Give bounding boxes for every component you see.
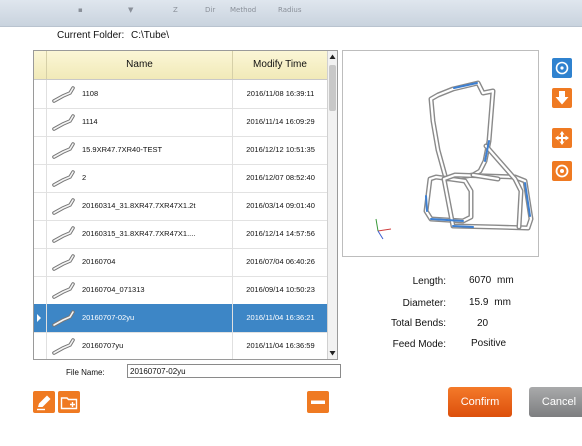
row-marker-cell: [34, 192, 47, 220]
file-list[interactable]: Name Modify Time 1108 2016/11/08 16:39:11…: [33, 50, 338, 360]
tube-3d-preview[interactable]: [342, 50, 539, 257]
titlebar-item: Z: [173, 6, 178, 14]
tube-file-icon: [51, 84, 77, 104]
row-marker-cell: [34, 304, 47, 332]
header-modify-time[interactable]: Modify Time: [233, 51, 327, 79]
row-file-name: 20160704_071313: [82, 285, 145, 294]
fit-view-icon[interactable]: [552, 161, 572, 181]
tube-file-icon: [51, 140, 77, 160]
table-row[interactable]: 1108 2016/11/08 16:39:11: [34, 80, 327, 109]
file-list-scrollbar[interactable]: [327, 51, 337, 359]
row-modify-time: 2016/11/14 16:09:29: [232, 108, 328, 136]
row-modify-time: 2016/07/04 06:40:26: [232, 248, 328, 276]
row-marker-cell: [34, 248, 47, 276]
feed-mode-label: Feed Mode:: [392, 339, 446, 350]
diameter-number: 15.9: [469, 297, 489, 308]
zoom-down-arrow-icon[interactable]: [552, 88, 572, 108]
current-folder-label: Current Folder:: [57, 30, 125, 41]
tube-model-drawing: [375, 80, 534, 240]
titlebar-item: Dir: [205, 6, 216, 14]
header-marker-column: [34, 51, 47, 79]
cancel-button[interactable]: Cancel: [529, 387, 582, 417]
row-marker-cell: [34, 332, 47, 359]
header-name[interactable]: Name: [47, 51, 233, 79]
titlebar-item: Radius: [278, 6, 302, 14]
row-file-name: 15.9XR47.7XR40-TEST: [82, 145, 163, 154]
row-file-name: 20160314_31.8XR47.7XR47X1.2t: [82, 201, 196, 210]
table-row[interactable]: 20160707-02yu 2016/11/04 16:36:21: [34, 304, 327, 333]
row-file-name: 20160707-02yu: [82, 313, 135, 322]
table-row[interactable]: 1114 2016/11/14 16:09:29: [34, 108, 327, 137]
row-modify-time: 2016/09/14 10:50:23: [232, 276, 328, 304]
tube-file-icon: [51, 224, 77, 244]
rotate-view-icon[interactable]: [552, 58, 572, 78]
diameter-unit: mm: [494, 297, 511, 308]
total-bends-label: Total Bends:: [390, 318, 446, 329]
titlebar-item: ▼: [128, 6, 134, 14]
row-modify-time: 2016/12/12 10:51:35: [232, 136, 328, 164]
row-file-name: 2: [82, 173, 87, 182]
file-list-header: Name Modify Time: [34, 51, 327, 80]
length-unit: mm: [497, 275, 514, 286]
row-file-name: 20160315_31.8XR47.7XR47X1....: [82, 229, 196, 238]
table-row[interactable]: 15.9XR47.7XR40-TEST 2016/12/12 10:51:35: [34, 136, 327, 165]
tube-file-icon: [51, 280, 77, 300]
table-row[interactable]: 20160704 2016/07/04 06:40:26: [34, 248, 327, 277]
row-modify-time: 2016/12/14 14:57:56: [232, 220, 328, 248]
row-marker-cell: [34, 276, 47, 304]
row-modify-time: 2016/11/04 16:36:21: [232, 304, 328, 332]
rename-edit-icon[interactable]: [33, 391, 55, 413]
titlebar-item: Method: [230, 6, 257, 14]
diameter-label: Diameter:: [402, 298, 446, 309]
tube-file-icon: [51, 252, 77, 272]
row-marker-cell: [34, 164, 47, 192]
dialog-titlebar: ▪ ▼ Z Dir Method Radius: [0, 0, 582, 27]
row-marker-cell: [34, 220, 47, 248]
tube-file-icon: [51, 112, 77, 132]
tube-file-icon: [51, 196, 77, 216]
table-row[interactable]: 20160314_31.8XR47.7XR47X1.2t 2016/03/14 0…: [34, 192, 327, 221]
row-modify-time: 2016/11/08 16:39:11: [232, 80, 328, 108]
table-row[interactable]: 20160315_31.8XR47.7XR47X1.... 2016/12/14 …: [34, 220, 327, 249]
row-file-name: 20160707yu: [82, 341, 124, 350]
table-row[interactable]: 2 2016/12/07 08:52:40: [34, 164, 327, 193]
diameter-value: 15.9 mm: [469, 297, 511, 308]
row-marker-cell: [34, 136, 47, 164]
axis-triad-icon: [375, 218, 392, 240]
table-row[interactable]: 20160704_071313 2016/09/14 10:50:23: [34, 276, 327, 305]
new-folder-icon[interactable]: [58, 391, 80, 413]
scroll-down-arrow-icon[interactable]: [329, 349, 336, 357]
length-value: 6070 mm: [469, 275, 514, 286]
row-modify-time: 2016/11/04 16:36:59: [232, 332, 328, 359]
row-pointer-icon: [37, 314, 41, 322]
current-folder: Current Folder: C:\Tube\: [57, 30, 169, 41]
total-bends-value: 20: [477, 318, 489, 329]
tube-file-icon: [51, 336, 77, 356]
row-file-name: 20160704: [82, 257, 116, 266]
current-folder-path: C:\Tube\: [131, 30, 170, 41]
row-marker-cell: [34, 108, 47, 136]
tube-file-icon: [51, 168, 77, 188]
feed-mode-value: Positive: [471, 338, 507, 349]
row-file-name: 1108: [82, 89, 99, 98]
row-file-name: 1114: [82, 117, 98, 126]
tube-file-icon: [51, 308, 77, 328]
scroll-up-arrow-icon[interactable]: [329, 53, 336, 61]
file-name-input[interactable]: 20160707-02yu: [127, 364, 341, 378]
row-marker-cell: [34, 80, 47, 108]
row-modify-time: 2016/03/14 09:01:40: [232, 192, 328, 220]
table-row[interactable]: 20160707yu 2016/11/04 16:36:59: [34, 332, 328, 359]
length-number: 6070: [469, 275, 492, 286]
row-modify-time: 2016/12/07 08:52:40: [232, 164, 328, 192]
scroll-thumb[interactable]: [329, 65, 336, 111]
length-label: Length:: [412, 276, 446, 287]
delete-remove-icon[interactable]: [307, 391, 329, 413]
confirm-button[interactable]: Confirm: [448, 387, 512, 417]
file-name-label: File Name:: [66, 368, 105, 377]
pan-view-icon[interactable]: [552, 128, 572, 148]
titlebar-item: ▪: [78, 6, 83, 14]
